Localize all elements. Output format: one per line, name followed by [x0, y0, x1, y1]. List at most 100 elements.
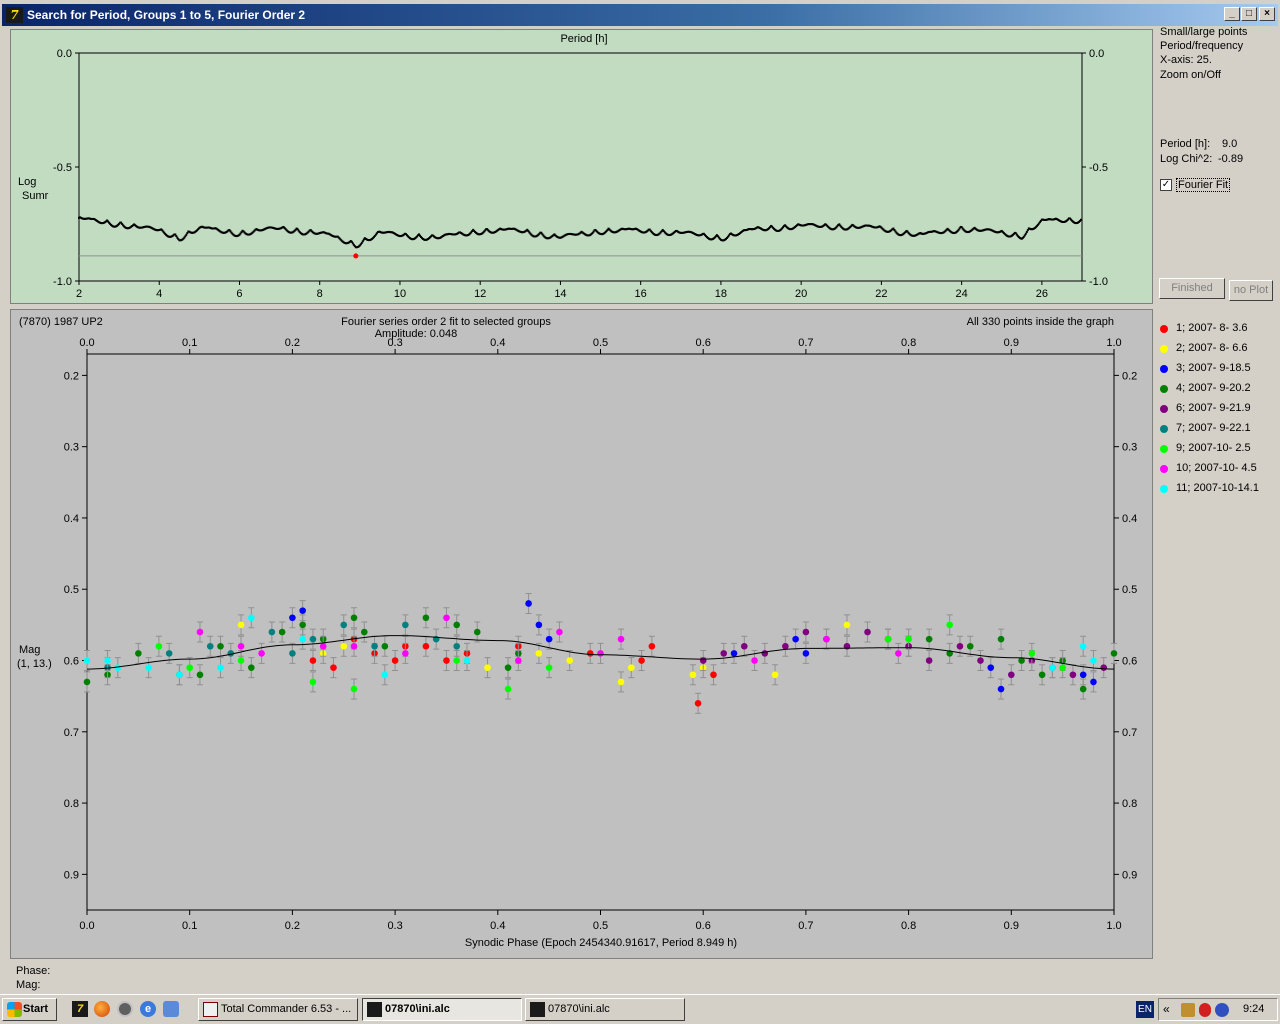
- periodogram-x-tick-label: 8: [317, 288, 323, 300]
- periodogram-x-tick-label: 20: [795, 288, 807, 300]
- lightcurve-y-tick-label: 0.9: [64, 869, 79, 881]
- title-bar: 7 Search for Period, Groups 1 to 5, Four…: [0, 0, 1280, 29]
- start-button[interactable]: Start: [2, 998, 57, 1021]
- option-point-size[interactable]: Small/large points: [1160, 26, 1247, 38]
- language-indicator[interactable]: EN: [1136, 1001, 1154, 1018]
- browser-icon[interactable]: [117, 1001, 133, 1017]
- data-point: [443, 614, 450, 622]
- option-x-axis[interactable]: X-axis: 25.: [1160, 54, 1212, 66]
- data-point: [402, 621, 409, 629]
- title-bar-fill: 7 Search for Period, Groups 1 to 5, Four…: [2, 4, 1278, 26]
- periodogram-y-label-1: Log: [18, 176, 36, 188]
- periodogram-panel[interactable]: 2 4 6 8 10 12 14 16 18 20 22 24 26 0.0 0.0 -0.5 -0.5 -1.0…: [10, 29, 1153, 304]
- data-point: [740, 642, 748, 650]
- no-plot-button[interactable]: no Plot: [1229, 280, 1273, 301]
- data-point: [1059, 664, 1066, 671]
- data-point: [977, 657, 984, 664]
- lightcurve-chart: 0.0 0.0 0.1 0.1 0.2 0.2 0.3 0.3 0.4 0.4 0.5 0.5 0.6 0…: [17, 316, 1137, 949]
- maximize-button[interactable]: □: [1241, 7, 1257, 21]
- taskbar-ini-alc[interactable]: 07870\ini.alc: [525, 998, 685, 1021]
- legend-entry-label: 11; 2007-10-14.1: [1176, 482, 1259, 494]
- chi-value: -0.89: [1218, 153, 1244, 165]
- data-point: [299, 607, 306, 614]
- data-point: [473, 628, 481, 636]
- taskbar-total-commander[interactable]: Total Commander 6.53 - ...: [198, 998, 358, 1021]
- lightcurve-x-label: Synodic Phase (Epoch 2454340.91617, Peri…: [465, 937, 737, 949]
- legend-marker: [1160, 405, 1168, 413]
- data-point: [628, 664, 635, 671]
- lightcurve-x-tick-label-top: 0.0: [79, 337, 94, 349]
- taskbar: Start 7 e Total Commander 6.53 - ... 078…: [0, 994, 1280, 1024]
- data-point: [617, 678, 625, 686]
- periodogram-y-label-2: Sumr: [22, 190, 49, 202]
- lightcurve-y-label-2: (1, 13.): [17, 658, 52, 670]
- legend-entry-label: 4; 2007- 9-20.2: [1176, 382, 1251, 394]
- data-point: [895, 650, 902, 657]
- close-button[interactable]: ×: [1259, 7, 1275, 21]
- amplitude-label: Amplitude: 0.048: [375, 328, 458, 340]
- finished-button[interactable]: Finished: [1159, 278, 1225, 299]
- lightcurve-x-tick-label: 0.5: [593, 920, 608, 932]
- internet-explorer-icon[interactable]: e: [140, 1001, 156, 1017]
- lightcurve-y-tick-label: 0.4: [64, 513, 79, 525]
- data-point: [751, 657, 758, 664]
- data-point: [597, 650, 604, 657]
- firefox-icon[interactable]: [94, 1001, 110, 1017]
- lightcurve-y-tick-label-right: 0.7: [1122, 727, 1137, 739]
- mag-status: Mag:: [16, 979, 41, 991]
- tray-network-icon[interactable]: [1215, 1003, 1229, 1017]
- data-point: [864, 628, 871, 636]
- total-commander-icon: [203, 1002, 218, 1017]
- data-point: [638, 657, 645, 664]
- data-point: [237, 657, 245, 664]
- fourier-fit-checkbox[interactable]: ✓: [1160, 179, 1172, 191]
- data-point: [761, 650, 769, 657]
- lightcurve-x-tick-label: 1.0: [1106, 920, 1121, 932]
- data-point: [309, 635, 317, 643]
- taskbar-ini-alc-active[interactable]: 07870\ini.alc: [362, 998, 522, 1021]
- periodogram-point: [361, 240, 364, 243]
- data-point: [340, 621, 348, 629]
- data-point: [217, 664, 224, 671]
- data-point: [556, 628, 563, 636]
- quicklaunch-icon[interactable]: [163, 1001, 179, 1017]
- data-point: [391, 657, 399, 664]
- tray-app-icon[interactable]: [1181, 1003, 1195, 1017]
- tray-security-icon[interactable]: [1199, 1003, 1211, 1017]
- option-period-frequency[interactable]: Period/frequency: [1160, 40, 1243, 52]
- fourier-fit-label[interactable]: Fourier Fit: [1176, 178, 1231, 192]
- data-point: [1090, 678, 1097, 686]
- data-point: [237, 621, 245, 629]
- lightcurve-x-tick-label-top: 0.5: [593, 337, 608, 349]
- data-point: [196, 671, 204, 679]
- lightcurve-x-tick-label: 0.4: [490, 920, 505, 932]
- data-point: [699, 657, 707, 664]
- data-point: [330, 664, 337, 671]
- periodogram-y-tick-label-right: -0.5: [1089, 162, 1108, 174]
- window-title: Search for Period, Groups 1 to 5, Fourie…: [27, 8, 306, 22]
- data-point: [710, 671, 717, 679]
- data-point: [694, 699, 702, 707]
- quicklaunch-app-icon[interactable]: 7: [72, 1001, 88, 1017]
- lightcurve-y-tick-label-right: 0.4: [1122, 513, 1137, 525]
- data-point: [617, 635, 625, 643]
- data-point: [186, 664, 193, 671]
- data-point: [309, 678, 317, 686]
- best-period-marker: [353, 253, 359, 259]
- option-zoom[interactable]: Zoom on/Off: [1160, 69, 1221, 81]
- data-point: [237, 642, 245, 650]
- data-point: [422, 642, 430, 650]
- data-point: [966, 642, 974, 650]
- data-point: [1028, 650, 1036, 657]
- object-name: (7870) 1987 UP2: [19, 316, 103, 328]
- legend-marker: [1160, 445, 1168, 453]
- data-point: [1038, 671, 1046, 679]
- lightcurve-x-tick-label-top: 0.8: [901, 337, 916, 349]
- lightcurve-panel[interactable]: 0.0 0.0 0.1 0.1 0.2 0.2 0.3 0.3 0.4 0.4 0.5 0.5 0.6 0…: [10, 309, 1153, 959]
- data-point: [453, 621, 461, 629]
- minimize-button[interactable]: _: [1224, 7, 1240, 21]
- tray-expand-icon[interactable]: «: [1163, 1002, 1170, 1016]
- data-point: [987, 664, 995, 671]
- periodogram-x-tick-label: 12: [474, 288, 486, 300]
- clock: 9:24: [1243, 1003, 1265, 1015]
